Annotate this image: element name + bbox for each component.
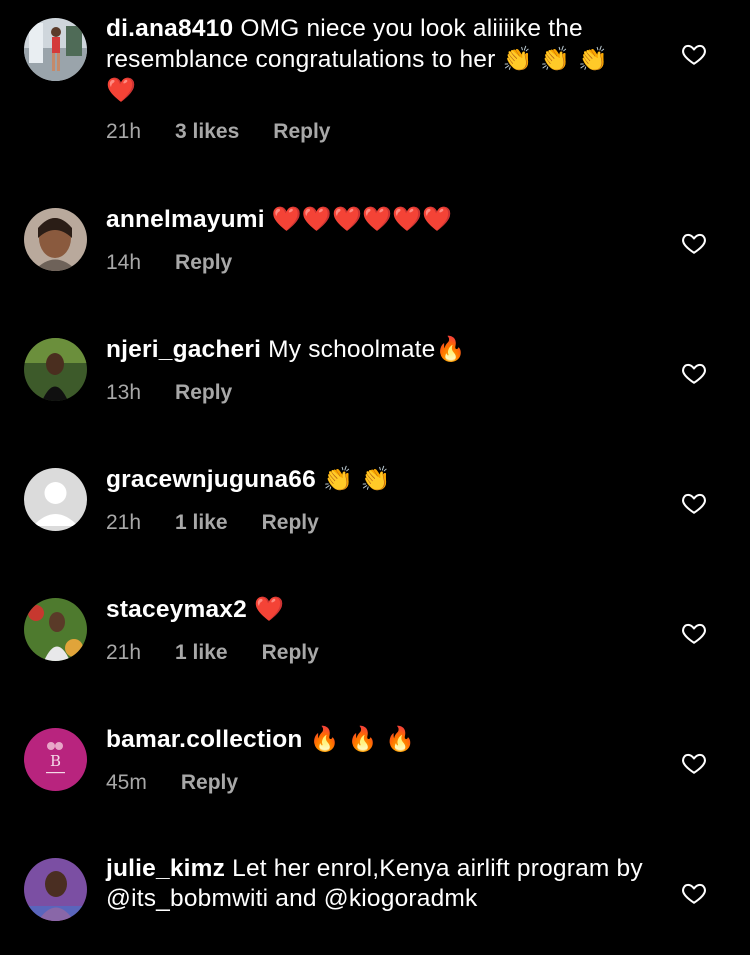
comment-timestamp[interactable]: 21h <box>106 511 141 535</box>
comment-timestamp[interactable]: 21h <box>106 120 141 144</box>
reply-button[interactable]: Reply <box>175 381 232 405</box>
comment-likes-count[interactable]: 1 like <box>175 641 228 665</box>
comment-username[interactable]: staceymax2 <box>106 596 247 623</box>
comment-emoji: ❤️❤️❤️❤️❤️❤️ <box>271 205 453 233</box>
avatar[interactable] <box>24 468 87 531</box>
comment-emoji: ❤️ <box>253 595 285 623</box>
reply-button[interactable]: Reply <box>175 251 232 275</box>
comment-timestamp[interactable]: 45m <box>106 771 147 795</box>
comment-text-block: bamar.collection 🔥 🔥 🔥 <box>106 724 646 755</box>
comment-meta: 13h Reply <box>106 381 646 405</box>
reply-button[interactable]: Reply <box>262 511 319 535</box>
comment-emoji: 🔥 <box>435 335 466 363</box>
default-avatar-icon <box>24 468 87 531</box>
comment-text-block: annelmayumi ❤️❤️❤️❤️❤️❤️ <box>106 204 646 235</box>
comment-username[interactable]: julie_kimz <box>106 855 225 882</box>
avatar-photo-icon <box>24 18 87 81</box>
avatar-photo-icon <box>24 598 87 661</box>
comment-emoji: 🔥 🔥 🔥 <box>309 725 416 753</box>
reply-button[interactable]: Reply <box>262 641 319 665</box>
comment-username[interactable]: bamar.collection <box>106 726 303 753</box>
brand-logo-icon: B <box>24 728 87 791</box>
comment-meta: 21h 1 like Reply <box>106 511 646 535</box>
comment-emoji: 👏 👏 <box>322 465 391 493</box>
comment-username[interactable]: di.ana8410 <box>106 15 233 42</box>
like-heart-icon[interactable] <box>681 360 707 386</box>
like-heart-icon[interactable] <box>681 41 707 67</box>
reply-button[interactable]: Reply <box>273 120 330 144</box>
comment-text-block: gracewnjuguna66 👏 👏 <box>106 464 646 495</box>
comment-text-block: julie_kimz Let her enrol,Kenya airlift p… <box>106 854 646 914</box>
comment-username[interactable]: annelmayumi <box>106 206 265 233</box>
like-heart-icon[interactable] <box>681 750 707 776</box>
like-heart-icon[interactable] <box>681 490 707 516</box>
avatar[interactable] <box>24 598 87 661</box>
comment-meta: 21h 1 like Reply <box>106 641 646 665</box>
comment-text: My schoolmate <box>268 336 436 363</box>
like-heart-icon[interactable] <box>681 230 707 256</box>
like-heart-icon[interactable] <box>681 880 707 906</box>
avatar[interactable] <box>24 18 87 81</box>
svg-text:B: B <box>50 752 61 770</box>
comment-text-block: di.ana8410 OMG niece you look aliiiike t… <box>106 14 646 106</box>
comment-timestamp[interactable]: 21h <box>106 641 141 665</box>
comment-meta: 21h 3 likes Reply <box>106 120 646 144</box>
comment-username[interactable]: njeri_gacheri <box>106 336 261 363</box>
comment-timestamp[interactable]: 13h <box>106 381 141 405</box>
avatar[interactable] <box>24 208 87 271</box>
like-heart-icon[interactable] <box>681 620 707 646</box>
avatar[interactable] <box>24 338 87 401</box>
avatar[interactable] <box>24 858 87 921</box>
comment-meta: 14h Reply <box>106 251 646 275</box>
comment-likes-count[interactable]: 1 like <box>175 511 228 535</box>
avatar-photo-icon <box>24 338 87 401</box>
comment-likes-count[interactable]: 3 likes <box>175 120 239 144</box>
comment-meta: 45m Reply <box>106 771 646 795</box>
comment-username[interactable]: gracewnjuguna66 <box>106 466 316 493</box>
comment-timestamp[interactable]: 14h <box>106 251 141 275</box>
avatar-photo-icon <box>24 208 87 271</box>
reply-button[interactable]: Reply <box>181 771 238 795</box>
comment-text-block: njeri_gacheri My schoolmate🔥 <box>106 334 646 365</box>
avatar-photo-icon <box>24 858 87 921</box>
comment-text-block: staceymax2 ❤️ <box>106 594 646 625</box>
avatar[interactable]: B <box>24 728 87 791</box>
